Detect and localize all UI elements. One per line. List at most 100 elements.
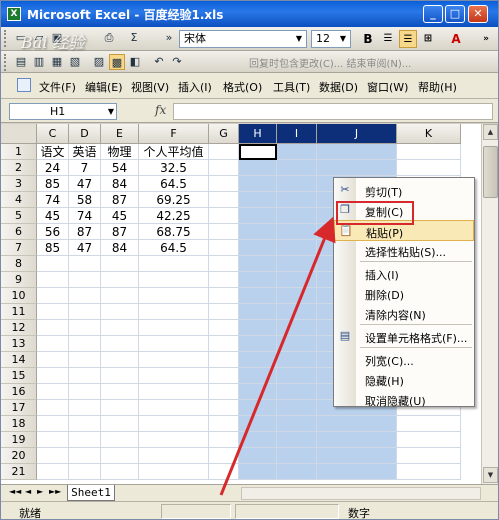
align-center-icon[interactable]: ☰ — [399, 30, 417, 48]
tool-icon[interactable]: ▧ — [67, 54, 83, 70]
context-menu-item[interactable]: 选择性粘贴(S)... — [334, 240, 474, 261]
fx-icon[interactable]: fx — [155, 103, 166, 117]
cell[interactable] — [101, 464, 139, 480]
cell[interactable] — [239, 224, 277, 240]
column-header-k[interactable]: K — [397, 124, 461, 144]
cell[interactable] — [239, 288, 277, 304]
cell[interactable] — [239, 208, 277, 224]
minimize-button[interactable]: _ — [423, 5, 443, 23]
cell[interactable] — [277, 464, 317, 480]
cell[interactable] — [139, 432, 209, 448]
cell[interactable] — [277, 432, 317, 448]
cell[interactable] — [101, 432, 139, 448]
prev-sheet-icon[interactable]: ◄ — [25, 487, 31, 496]
cell[interactable] — [277, 288, 317, 304]
column-header-g[interactable]: G — [209, 124, 239, 144]
toolbar-grip[interactable] — [4, 54, 7, 71]
cell[interactable] — [239, 336, 277, 352]
cell[interactable] — [69, 336, 101, 352]
cell[interactable]: 84 — [101, 240, 139, 256]
cell[interactable] — [209, 336, 239, 352]
cell[interactable] — [239, 304, 277, 320]
cell[interactable] — [69, 256, 101, 272]
last-sheet-icon[interactable]: ►► — [49, 487, 61, 496]
cell[interactable] — [37, 288, 69, 304]
cell[interactable] — [209, 384, 239, 400]
cell[interactable]: 87 — [69, 224, 101, 240]
select-all-corner[interactable] — [1, 124, 37, 144]
cell[interactable] — [239, 448, 277, 464]
cell[interactable] — [209, 160, 239, 176]
scroll-up-icon[interactable]: ▲ — [483, 124, 498, 140]
cell[interactable]: 个人平均值 — [139, 144, 209, 160]
row-header[interactable]: 8 — [1, 256, 37, 272]
cell[interactable] — [277, 240, 317, 256]
scroll-down-icon[interactable]: ▼ — [483, 467, 498, 483]
cell[interactable] — [209, 416, 239, 432]
redo-icon[interactable]: ↷ — [169, 54, 185, 70]
cell[interactable] — [277, 448, 317, 464]
row-header[interactable]: 18 — [1, 416, 37, 432]
cell[interactable] — [277, 160, 317, 176]
menu-insert[interactable]: 插入(I) — [178, 79, 212, 95]
cell[interactable] — [397, 464, 461, 480]
cell[interactable] — [37, 432, 69, 448]
cell[interactable] — [239, 160, 277, 176]
cell[interactable] — [209, 304, 239, 320]
cell[interactable] — [239, 272, 277, 288]
menu-edit[interactable]: 编辑(E) — [85, 79, 123, 95]
cell[interactable]: 56 — [37, 224, 69, 240]
cell[interactable]: 74 — [37, 192, 69, 208]
cell[interactable] — [277, 352, 317, 368]
row-header[interactable]: 20 — [1, 448, 37, 464]
cell[interactable] — [317, 432, 397, 448]
tool-icon[interactable]: ▩ — [109, 54, 125, 70]
cell[interactable] — [277, 304, 317, 320]
cell[interactable] — [101, 256, 139, 272]
cell[interactable] — [397, 448, 461, 464]
sum-icon[interactable]: Σ — [126, 30, 142, 46]
cell[interactable]: 47 — [69, 176, 101, 192]
cell[interactable] — [37, 464, 69, 480]
cell[interactable]: 语文 — [37, 144, 69, 160]
column-header-d[interactable]: D — [69, 124, 101, 144]
cell[interactable] — [139, 304, 209, 320]
next-sheet-icon[interactable]: ► — [37, 487, 43, 496]
cell[interactable] — [209, 448, 239, 464]
cell[interactable] — [69, 320, 101, 336]
context-menu-item[interactable]: 清除内容(N) — [334, 303, 474, 324]
cell[interactable] — [139, 320, 209, 336]
vertical-scrollbar[interactable]: ▲ ▼ — [481, 124, 498, 484]
cell[interactable] — [239, 368, 277, 384]
cell[interactable] — [37, 304, 69, 320]
cell[interactable] — [397, 160, 461, 176]
cell[interactable]: 85 — [37, 176, 69, 192]
cell[interactable] — [139, 368, 209, 384]
cell[interactable] — [69, 288, 101, 304]
cell[interactable] — [69, 416, 101, 432]
cell[interactable]: 45 — [37, 208, 69, 224]
cell[interactable] — [69, 352, 101, 368]
maximize-button[interactable]: □ — [445, 5, 465, 23]
cell[interactable] — [101, 336, 139, 352]
tool-icon[interactable]: ▥ — [31, 54, 47, 70]
cell[interactable] — [37, 368, 69, 384]
cell[interactable] — [209, 256, 239, 272]
cell[interactable] — [277, 320, 317, 336]
cell[interactable]: 物理 — [101, 144, 139, 160]
row-header[interactable]: 2 — [1, 160, 37, 176]
cell[interactable] — [139, 352, 209, 368]
row-header[interactable]: 21 — [1, 464, 37, 480]
cell[interactable] — [69, 464, 101, 480]
chevron-down-icon[interactable]: » — [161, 30, 177, 46]
cell[interactable] — [101, 288, 139, 304]
cell[interactable] — [209, 240, 239, 256]
cell[interactable] — [37, 448, 69, 464]
cell[interactable] — [277, 144, 317, 160]
cell[interactable]: 74 — [69, 208, 101, 224]
column-header-e[interactable]: E — [101, 124, 139, 144]
bold-button[interactable]: B — [359, 30, 377, 48]
cell[interactable] — [37, 352, 69, 368]
cell[interactable] — [139, 448, 209, 464]
cell[interactable] — [101, 416, 139, 432]
